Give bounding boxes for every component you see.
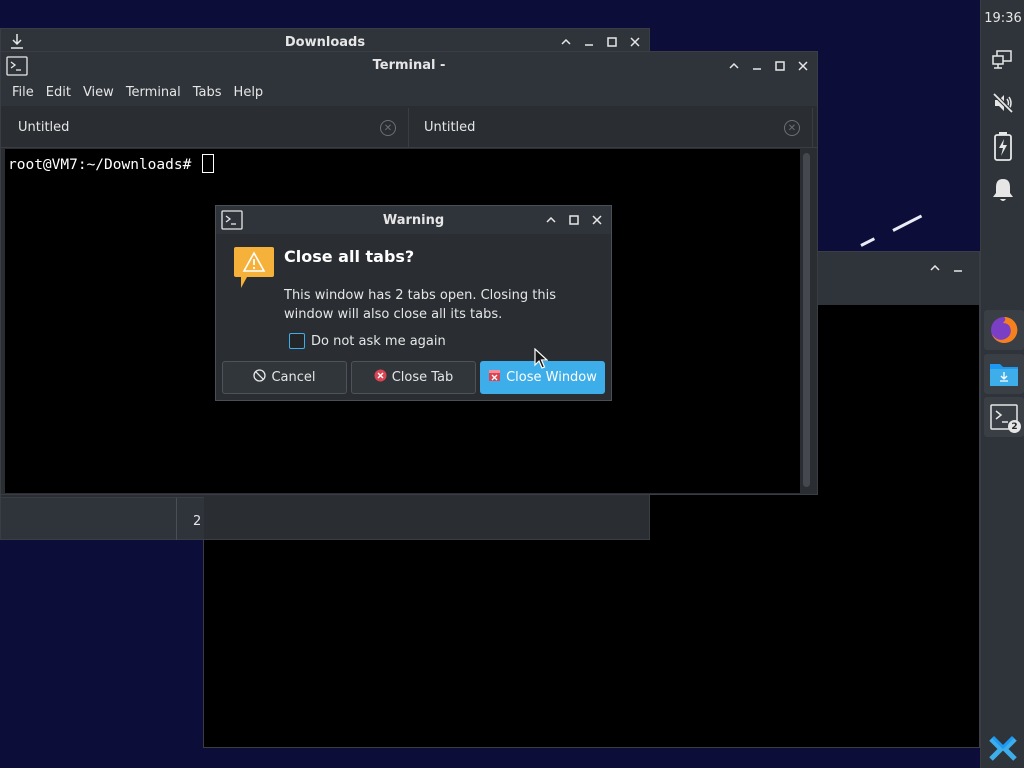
close-window-icon: [488, 369, 501, 386]
close-tab-button[interactable]: Close Tab: [351, 361, 476, 394]
tab-close-icon[interactable]: ✕: [784, 120, 800, 136]
do-not-ask-checkbox-row[interactable]: Do not ask me again: [289, 333, 446, 349]
menu-file[interactable]: File: [6, 80, 40, 106]
dialog-titlebar[interactable]: Warning: [216, 206, 611, 234]
warning-dialog[interactable]: Warning Close all tabs? This window has …: [215, 205, 612, 401]
volume-muted-icon[interactable]: [989, 89, 1017, 117]
firefox-icon: [991, 316, 1018, 343]
mouse-pointer-icon: [534, 347, 549, 374]
statusbar-separator: [176, 498, 177, 540]
menu-terminal[interactable]: Terminal: [120, 80, 187, 106]
clock[interactable]: 19:36: [981, 11, 1024, 26]
menu-help[interactable]: Help: [228, 80, 270, 106]
scrollbar-thumb[interactable]: [803, 153, 810, 487]
maximize-icon[interactable]: [768, 56, 791, 76]
minimize-icon[interactable]: [745, 56, 768, 76]
battery-charging-icon[interactable]: [989, 132, 1017, 161]
cancel-button[interactable]: Cancel: [222, 361, 347, 394]
cancel-icon: [253, 369, 267, 386]
dialog-heading: Close all tabs?: [284, 247, 415, 266]
tab-untitled-2[interactable]: Untitled ✕: [410, 108, 813, 148]
close-window-button-label: Close Window: [506, 370, 597, 385]
text-cursor: [202, 154, 215, 173]
downloads-statusbar: 2: [1, 497, 204, 540]
tab-untitled-1[interactable]: Untitled ✕: [4, 108, 409, 148]
tab-close-icon[interactable]: ✕: [380, 120, 396, 136]
minimize-up-icon[interactable]: [923, 258, 946, 278]
tab-bar: Untitled ✕ Untitled ✕: [1, 108, 817, 148]
keep-above-icon[interactable]: [722, 56, 745, 76]
window-count-badge: 2: [1008, 420, 1021, 433]
file-manager-icon: [990, 364, 1018, 386]
keep-above-icon[interactable]: [539, 210, 562, 230]
tab-label: Untitled: [18, 120, 70, 135]
scrollbar[interactable]: [800, 149, 814, 493]
terminal-prompt: root@VM7:~/Downloads#: [8, 154, 215, 173]
checkbox-label[interactable]: Do not ask me again: [311, 334, 446, 349]
close-tab-icon: [374, 369, 387, 386]
desktop-decoration: [860, 237, 876, 247]
minimize-icon[interactable]: [946, 258, 969, 278]
taskbar-terminal[interactable]: 2: [984, 397, 1024, 437]
close-icon[interactable]: [623, 32, 646, 52]
network-icon[interactable]: [989, 46, 1017, 74]
dialog-message: This window has 2 tabs open. Closing thi…: [284, 288, 556, 322]
do-not-ask-checkbox[interactable]: [289, 333, 305, 349]
close-icon[interactable]: [585, 210, 608, 230]
taskbar-firefox[interactable]: [984, 310, 1024, 350]
terminal-titlebar[interactable]: Terminal -: [1, 52, 817, 80]
terminal-title: Terminal -: [372, 58, 446, 73]
application-launcher-icon[interactable]: [988, 734, 1018, 768]
menu-tabs[interactable]: Tabs: [187, 80, 228, 106]
close-icon[interactable]: [791, 56, 814, 76]
tab-label: Untitled: [424, 120, 476, 135]
warning-icon: [233, 246, 275, 294]
menu-edit[interactable]: Edit: [40, 80, 77, 106]
maximize-icon[interactable]: [600, 32, 623, 52]
side-panel: 19:36 2: [980, 0, 1024, 768]
menu-view[interactable]: View: [77, 80, 120, 106]
downloads-title: Downloads: [284, 35, 366, 50]
minimize-icon[interactable]: [577, 32, 600, 52]
cancel-button-label: Cancel: [271, 370, 316, 385]
maximize-icon[interactable]: [562, 210, 585, 230]
status-number: 2: [193, 514, 202, 529]
desktop-decoration: [892, 214, 923, 232]
menubar: File Edit View Terminal Tabs Help: [1, 80, 817, 106]
keep-above-icon[interactable]: [554, 32, 577, 52]
close-tab-button-label: Close Tab: [391, 370, 454, 385]
taskbar-file-manager[interactable]: [984, 354, 1024, 394]
notifications-icon[interactable]: [989, 176, 1017, 204]
